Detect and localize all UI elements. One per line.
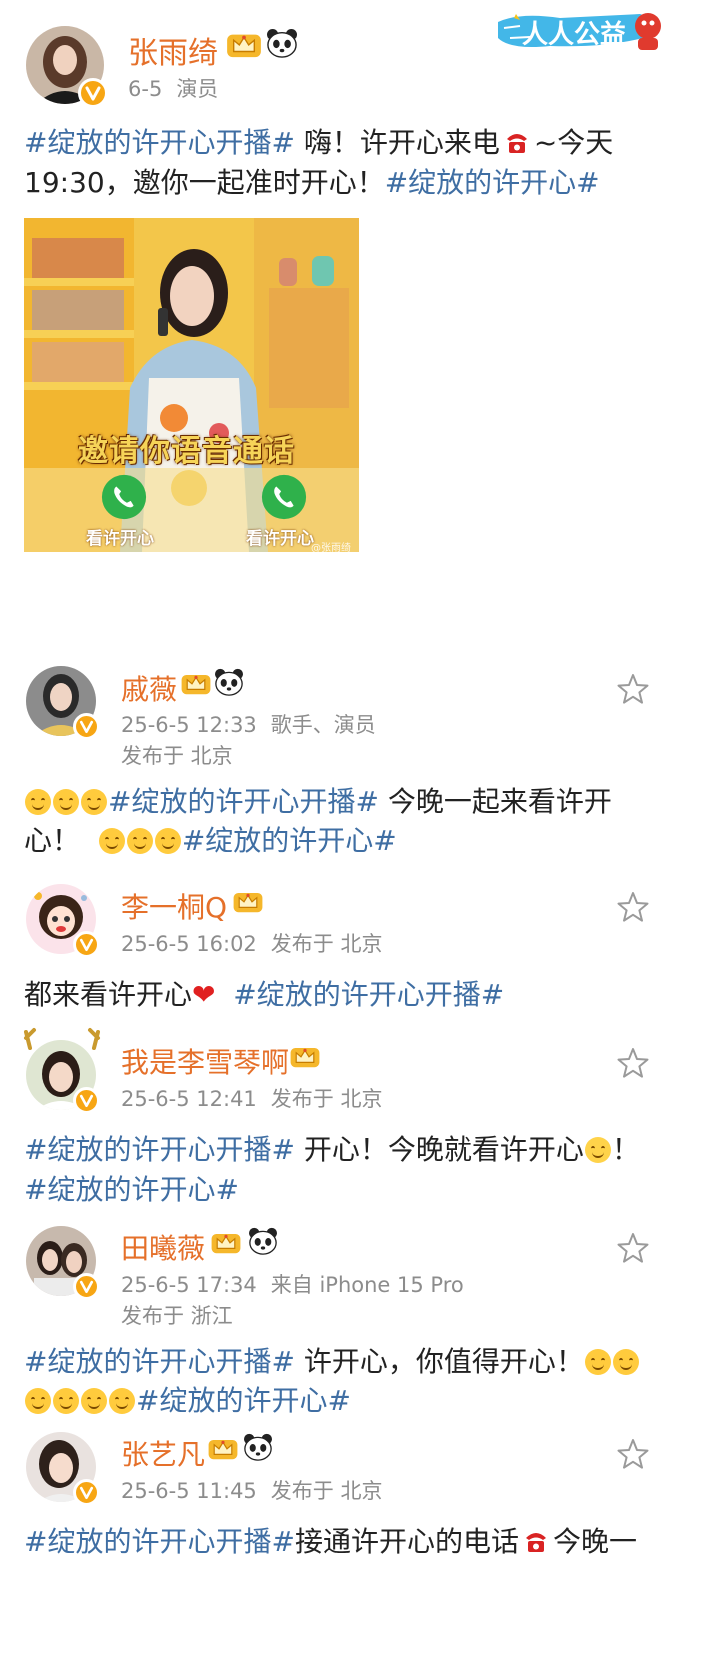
verified-icon (73, 1479, 100, 1506)
verified-icon (73, 1087, 100, 1114)
comment-avatar[interactable] (26, 884, 100, 958)
hashtag-link[interactable]: #绽放的许开心开播# (108, 785, 379, 818)
smile-emoji (584, 1349, 611, 1375)
crying-laugh-emoji (584, 1137, 611, 1163)
post-author-avatar[interactable] (26, 26, 108, 108)
crown-icon (289, 1042, 321, 1070)
star-icon[interactable] (617, 1438, 649, 1470)
call-button-left[interactable] (100, 473, 148, 521)
comment-text-line-1: #绽放的许开心开播# 开心！今晚就看许开心！ (24, 1133, 640, 1166)
phone-emoji (521, 1526, 551, 1556)
comment-author-name[interactable]: 田曦薇 (121, 1227, 205, 1267)
comment-text-line-1: #绽放的许开心开播#接通许开心的电话 今晚一 (24, 1525, 637, 1558)
call-button-right[interactable] (260, 473, 308, 521)
post-image[interactable]: 邀请你语音通话 看许开心 看许开心 @张雨绮 (24, 218, 359, 552)
star-icon[interactable] (617, 891, 649, 923)
crown-icon (232, 887, 264, 915)
panda-icon (243, 1433, 273, 1461)
hashtag-link[interactable]: #绽放的许开心# (182, 824, 397, 857)
public-welfare-label: 人人公益 (522, 20, 627, 50)
star-icon[interactable] (617, 1047, 649, 1079)
smile-emoji (25, 789, 51, 815)
star-icon[interactable] (617, 673, 649, 705)
comment-text-line-2: #绽放的许开心# (24, 1381, 351, 1421)
call-label-right: 看许开心 (246, 529, 314, 549)
hashtag-link[interactable]: #绽放的许开心开播# (233, 978, 504, 1011)
hashtag-link[interactable]: #绽放的许开心开播# (24, 126, 295, 159)
smile-emoji (25, 1388, 51, 1414)
crown-icon (225, 29, 263, 59)
panda-icon (248, 1227, 278, 1255)
comment-text-line-2: 心！ #绽放的许开心# (24, 824, 397, 857)
smile-emoji (81, 789, 107, 815)
crown-icon (180, 669, 212, 697)
image-watermark: @张雨绮 (311, 543, 351, 552)
smile-emoji (109, 1388, 135, 1414)
phone-emoji (502, 127, 532, 157)
comment-text-line-2: #绽放的许开心# (24, 1170, 239, 1210)
comment-avatar[interactable] (26, 1432, 100, 1506)
comment-avatar[interactable] (26, 666, 100, 740)
smile-emoji (53, 789, 79, 815)
post-text-line-2: 19:30，邀你一起准时开心！#绽放的许开心# (24, 166, 600, 199)
crown-icon (207, 1434, 239, 1462)
crown-icon (210, 1228, 242, 1256)
comment-text-line-1: #绽放的许开心开播# 今晚一起来看许开 (24, 782, 612, 822)
comment-author-name[interactable]: 我是李雪琴啊 (121, 1041, 289, 1081)
comment-avatar[interactable] (24, 1028, 100, 1114)
antler-decoration-icon (24, 1028, 100, 1050)
smile-emoji (126, 828, 153, 854)
hashtag-link[interactable]: #绽放的许开心# (136, 1384, 351, 1417)
image-overlay-title: 邀请你语音通话 (78, 434, 295, 469)
comment-author-name[interactable]: 张艺凡 (121, 1433, 205, 1473)
comment-meta: 25-6-5 11:45 发布于 北京 (121, 1479, 383, 1503)
comment-text-line-1: #绽放的许开心开播# 许开心，你值得开心！ (24, 1342, 640, 1382)
smile-emoji (612, 1349, 639, 1375)
verified-icon (73, 931, 100, 958)
hashtag-link[interactable]: #绽放的许开心# (385, 166, 600, 199)
post-text-line-1: #绽放的许开心开播# 嗨！许开心来电 ~今天 (24, 126, 614, 159)
comment-author-name[interactable]: 李一桐Q (121, 886, 227, 926)
panda-icon (266, 28, 298, 58)
hashtag-link[interactable]: #绽放的许开心开播# (24, 1133, 295, 1166)
call-label-left: 看许开心 (86, 529, 154, 549)
comment-avatar[interactable] (26, 1226, 100, 1300)
panda-icon (214, 668, 244, 696)
comment-author-name[interactable]: 戚薇 (121, 668, 177, 708)
verified-icon (78, 78, 108, 108)
heart-emoji: ❤ (192, 978, 216, 1011)
comment-location: 发布于 浙江 (121, 1304, 233, 1328)
hashtag-link[interactable]: #绽放的许开心开播# (24, 1345, 295, 1378)
public-welfare-badge[interactable]: 人人公益 (490, 8, 665, 56)
comment-meta: 25-6-5 16:02 发布于 北京 (121, 932, 383, 956)
smile-emoji (98, 828, 125, 854)
comment-text-line-1: 都来看许开心❤ #绽放的许开心开播# (24, 978, 505, 1011)
star-icon[interactable] (617, 1232, 649, 1264)
verified-icon (73, 1273, 100, 1300)
comment-meta: 25-6-5 17:34 来自 iPhone 15 Pro (121, 1273, 464, 1297)
smile-emoji (53, 1388, 79, 1414)
verified-icon (73, 713, 100, 740)
comment-location: 发布于 北京 (121, 744, 233, 768)
smile-emoji (154, 828, 181, 854)
post-author-name[interactable]: 张雨绮 (128, 28, 218, 72)
comment-meta: 25-6-5 12:33 歌手、演员 (121, 713, 376, 737)
smile-emoji (81, 1388, 107, 1414)
post-meta: 6-5 演员 (128, 77, 219, 101)
hashtag-link[interactable]: #绽放的许开心开播# (24, 1525, 295, 1558)
comment-meta: 25-6-5 12:41 发布于 北京 (121, 1087, 383, 1111)
hashtag-link[interactable]: #绽放的许开心# (24, 1173, 239, 1206)
